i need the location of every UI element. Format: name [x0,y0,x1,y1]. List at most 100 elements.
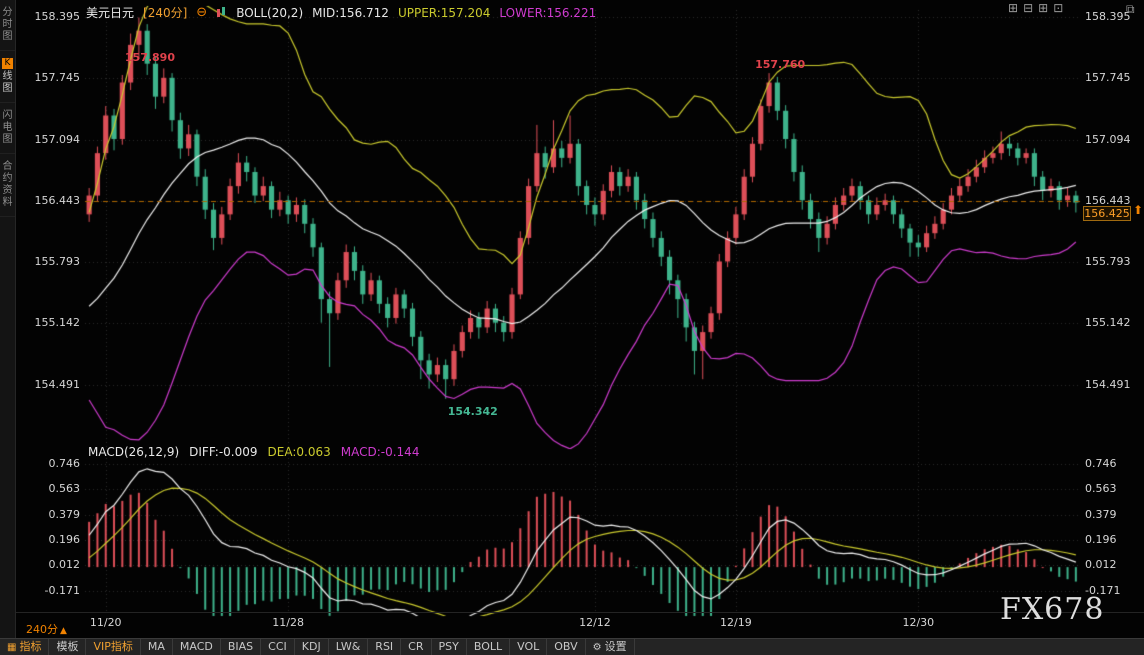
y-axis-label-left: 157.094 [16,133,80,146]
period-footer-label: 240分 [26,623,58,636]
toolbar-item-label: MA [148,640,165,653]
toolbar-item-cci[interactable]: CCI [261,639,295,655]
popout-icon[interactable]: ⧉ [1126,2,1135,17]
toolbar-item-ma[interactable]: MA [141,639,173,655]
trading-terminal: 美元日元 [240分] ⊖ BOLL(20,2) MID:156.712 UPP… [0,0,1144,655]
toolbar-item-vol[interactable]: VOL [510,639,547,655]
price-annotation: 154.342 [448,405,498,418]
price-marker-icon[interactable]: ⬆ [1133,203,1143,217]
y-axis-label-right: 155.793 [1085,255,1141,268]
panel-divider [0,612,1144,613]
toolbar-item-cr[interactable]: CR [401,639,431,655]
toolbar-item-vip-indicators[interactable]: VIP指标 [86,639,140,655]
layout-custom-icon[interactable]: ⊡ [1053,2,1063,15]
macd-macd-value: MACD:-0.144 [341,445,420,459]
toolbar-item-label: BOLL [474,640,502,653]
toolbar-item-boll[interactable]: BOLL [467,639,510,655]
macd-axis-label-left: 0.196 [16,533,80,546]
x-axis-date-label: 12/19 [711,616,761,629]
indicator-grid-icon: ▦ [7,642,16,653]
macd-title: MACD(26,12,9) [88,445,179,459]
toolbar-item-lwr[interactable]: LW& [329,639,369,655]
macd-axis-label-right: 0.379 [1085,508,1141,521]
macd-axis-label-left: 0.379 [16,508,80,521]
gear-icon: ⚙ [593,642,602,653]
sidebar-item-label: 分时图 [3,7,13,42]
macd-header: MACD(26,12,9) DIFF:-0.009 DEA:0.063 MACD… [88,445,419,459]
y-axis-label-left: 154.491 [16,378,80,391]
symbol-name: 美元日元 [86,4,134,21]
y-axis-label-right: 155.142 [1085,316,1141,329]
toolbar-item-label: CCI [268,640,287,653]
toolbar-item-kdj[interactable]: KDJ [295,639,329,655]
minus-circle-icon[interactable]: ⊖ [196,7,207,19]
collapse-triangle-icon: ▲ [60,626,67,636]
boll-indicator-label: BOLL(20,2) [236,6,303,20]
sidebar-item-lightning-chart[interactable]: 闪电图 [0,103,15,154]
sidebar-item-label: 线图 [3,71,13,94]
sidebar-item-contract-info[interactable]: 合约资料 [0,154,15,217]
macd-axis-label-right: 0.563 [1085,482,1141,495]
toolbar-item-label: RSI [375,640,393,653]
toolbar-item-label: 指标 [19,640,41,653]
toolbar-item-templates[interactable]: 模板 [49,639,86,655]
toolbar-item-macd[interactable]: MACD [173,639,221,655]
sidebar-item-time-chart[interactable]: 分时图 [0,0,15,51]
toolbar-item-obv[interactable]: OBV [547,639,585,655]
toolbar-item-label: VIP指标 [93,640,132,653]
toolbar-item-bias[interactable]: BIAS [221,639,261,655]
candlestick-icon [216,7,227,19]
watermark: FX678 [1000,592,1104,627]
toolbar-item-label: 模板 [56,640,78,653]
boll-mid-value: MID:156.712 [312,6,389,20]
toolbar-item-psy[interactable]: PSY [432,639,467,655]
y-axis-label-left: 155.793 [16,255,80,268]
macd-dea-value: DEA:0.063 [268,445,331,459]
toolbar-item-settings[interactable]: ⚙设置 [586,639,635,655]
boll-lower-value: LOWER:156.221 [499,6,596,20]
toolbar-item-label: CR [408,640,423,653]
toolbar-item-label: LW& [336,640,361,653]
x-axis-date-label: 11/28 [263,616,313,629]
toolbar-item-rsi[interactable]: RSI [368,639,401,655]
layout-dual-icon[interactable]: ⊟ [1023,2,1033,15]
macd-axis-label-left: -0.171 [16,584,80,597]
last-price-tag: 156.425 [1083,206,1131,221]
chart-header: 美元日元 [240分] ⊖ BOLL(20,2) MID:156.712 UPP… [86,4,596,21]
x-axis-date-label: 11/20 [81,616,131,629]
macd-axis-label-right: 0.012 [1085,558,1141,571]
macd-axis-label-right: 0.196 [1085,533,1141,546]
price-annotation: 157.760 [755,58,805,71]
x-axis-date-label: 12/30 [893,616,943,629]
toolbar-item-label: OBV [554,640,577,653]
y-axis-label-left: 155.142 [16,316,80,329]
period-toggle[interactable]: 240分▲ [26,621,67,637]
y-axis-label-left: 157.745 [16,71,80,84]
y-axis-label-right: 154.491 [1085,378,1141,391]
x-axis-date-label: 12/12 [570,616,620,629]
kline-badge: K [2,58,13,69]
macd-axis-label-left: 0.746 [16,457,80,470]
toolbar-item-label: 设置 [605,640,627,653]
toolbar-item-label: MACD [180,640,213,653]
toolbar-item-label: KDJ [302,640,321,653]
boll-upper-value: UPPER:157.204 [398,6,490,20]
macd-axis-label-left: 0.563 [16,482,80,495]
macd-axis-label-left: 0.012 [16,558,80,571]
layout-single-icon[interactable]: ⊞ [1008,2,1018,15]
chart-type-sidebar: 分时图 K 线图闪电图合约资料 [0,0,16,655]
toolbar-item-label: PSY [439,640,459,653]
toolbar-item-indicators[interactable]: ▦指标 [0,639,49,655]
sidebar-item-kline-chart[interactable]: K 线图 [0,51,15,103]
toolbar-item-label: BIAS [228,640,253,653]
macd-diff-value: DIFF:-0.009 [189,445,257,459]
layout-grid-icon[interactable]: ⊞ [1038,2,1048,15]
period-label: [240分] [143,4,187,21]
sidebar-item-label: 合约资料 [3,161,13,208]
toolbar-item-label: VOL [517,640,539,653]
sidebar-item-label: 闪电图 [3,110,13,145]
y-axis-label-right: 157.094 [1085,133,1141,146]
price-annotation: 157.890 [125,51,175,64]
y-axis-label-left: 156.443 [16,194,80,207]
candlestick-chart-canvas[interactable] [0,0,1144,655]
